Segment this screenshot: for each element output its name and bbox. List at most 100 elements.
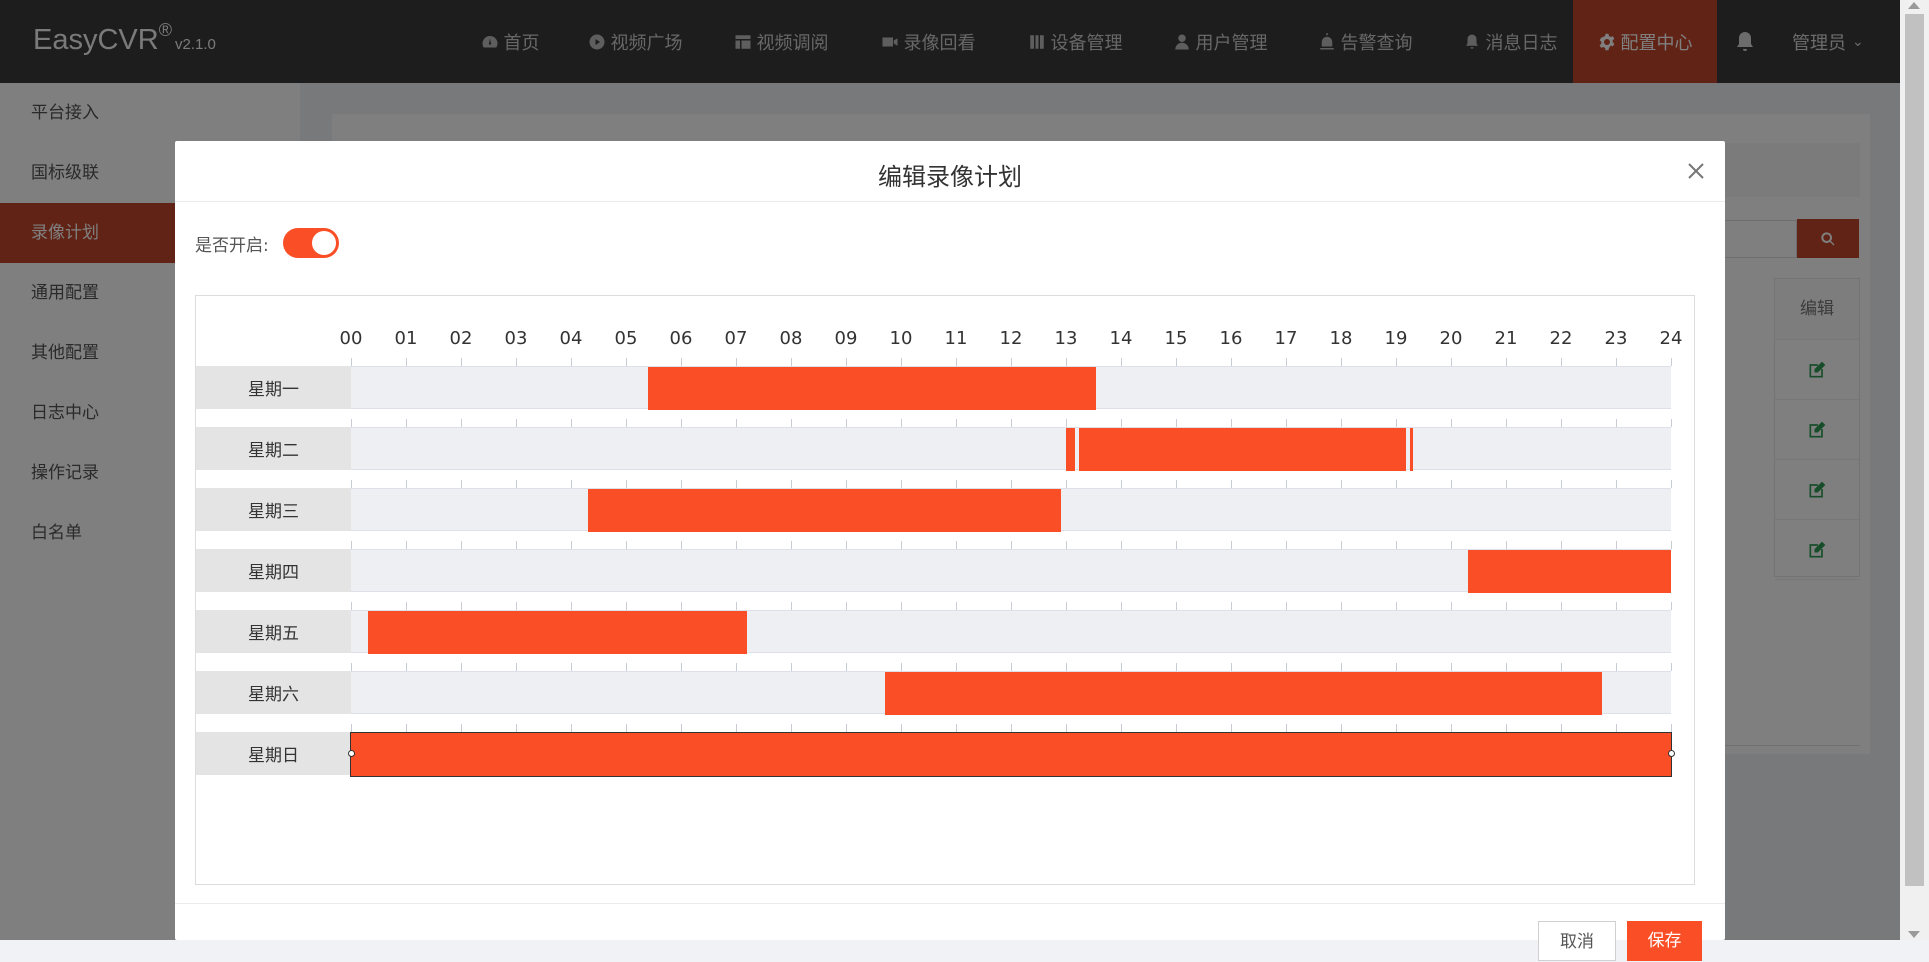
hour-tick: [1506, 419, 1507, 427]
hour-tick: [846, 663, 847, 671]
hour-tick: [1341, 541, 1342, 549]
hour-tick: [1286, 419, 1287, 427]
resize-handle[interactable]: [348, 750, 355, 757]
hour-tick: [571, 480, 572, 488]
hour-tick: [1341, 358, 1342, 366]
hour-tick: [1396, 541, 1397, 549]
record-segment[interactable]: [350, 732, 1672, 777]
day-timeline-track[interactable]: [351, 488, 1671, 532]
hour-tick: [736, 480, 737, 488]
hour-tick: [461, 480, 462, 488]
hour-tick: [1396, 419, 1397, 427]
record-segment[interactable]: [1078, 428, 1406, 471]
hour-tick: [956, 419, 957, 427]
hour-tick: [1066, 541, 1067, 549]
day-timeline-track[interactable]: [351, 427, 1671, 471]
record-segment[interactable]: [1066, 428, 1075, 471]
hour-label: 22: [1549, 328, 1573, 349]
hour-tick: [1341, 419, 1342, 427]
record-segment[interactable]: [1409, 428, 1413, 471]
hour-tick: [461, 541, 462, 549]
hour-tick: [1341, 480, 1342, 488]
hour-tick: [901, 541, 902, 549]
hour-tick: [626, 663, 627, 671]
day-timeline-track[interactable]: [351, 549, 1671, 593]
hour-label: 02: [449, 328, 473, 349]
hour-tick: [681, 602, 682, 610]
hour-tick: [681, 480, 682, 488]
day-timeline-track[interactable]: [351, 671, 1671, 715]
record-segment[interactable]: [367, 611, 747, 654]
dialog-footer-divider: [175, 903, 1725, 904]
scroll-down-arrow[interactable]: [1908, 931, 1920, 938]
save-button[interactable]: 保存: [1627, 921, 1702, 961]
hour-tick: [1121, 480, 1122, 488]
hour-tick: [1011, 663, 1012, 671]
hour-tick: [1451, 724, 1452, 732]
day-timeline-track[interactable]: [351, 366, 1671, 410]
hour-tick: [571, 358, 572, 366]
hour-tick: [1451, 663, 1452, 671]
hour-tick: [351, 602, 352, 610]
cancel-button[interactable]: 取消: [1538, 921, 1616, 961]
hour-tick: [1176, 541, 1177, 549]
hour-label: 03: [504, 328, 528, 349]
hour-tick: [1451, 602, 1452, 610]
hour-tick: [791, 663, 792, 671]
hour-label: 19: [1384, 328, 1408, 349]
hour-tick: [956, 358, 957, 366]
hour-tick: [1561, 358, 1562, 366]
enable-switch[interactable]: [282, 228, 339, 258]
record-segment[interactable]: [587, 489, 1061, 532]
hour-label: 24: [1659, 328, 1683, 349]
hour-tick: [571, 663, 572, 671]
hour-label: 11: [944, 328, 968, 349]
hour-tick: [1616, 663, 1617, 671]
hour-label: 12: [999, 328, 1023, 349]
scroll-up-arrow[interactable]: [1908, 2, 1920, 9]
hour-label: 21: [1494, 328, 1518, 349]
hour-tick: [901, 480, 902, 488]
hour-tick: [736, 602, 737, 610]
hour-tick: [1231, 541, 1232, 549]
hour-tick: [406, 480, 407, 488]
hour-tick: [791, 724, 792, 732]
record-segment[interactable]: [1467, 550, 1671, 593]
hour-tick: [1066, 480, 1067, 488]
hour-tick: [1011, 358, 1012, 366]
hour-tick: [1176, 663, 1177, 671]
hour-tick: [681, 419, 682, 427]
day-label: 星期二: [196, 427, 351, 470]
hour-tick: [351, 663, 352, 671]
hour-label: 07: [724, 328, 748, 349]
hour-tick: [846, 358, 847, 366]
record-segment[interactable]: [648, 367, 1097, 410]
hour-tick: [1616, 358, 1617, 366]
record-segment[interactable]: [884, 672, 1603, 715]
hour-tick: [1231, 663, 1232, 671]
hour-tick: [1011, 419, 1012, 427]
day-label: 星期六: [196, 671, 351, 714]
hour-tick: [681, 358, 682, 366]
hour-tick: [956, 480, 957, 488]
hour-tick: [626, 480, 627, 488]
hour-tick: [516, 358, 517, 366]
hour-tick: [1671, 724, 1672, 732]
day-timeline-track[interactable]: [348, 732, 1675, 777]
hour-tick: [1506, 602, 1507, 610]
hour-tick: [1616, 724, 1617, 732]
page-scrollbar[interactable]: [1900, 0, 1929, 940]
day-timeline-track[interactable]: [351, 610, 1671, 654]
hour-tick: [736, 663, 737, 671]
hour-tick: [516, 419, 517, 427]
close-icon: [1688, 163, 1704, 179]
hour-tick: [791, 480, 792, 488]
hour-label: 14: [1109, 328, 1133, 349]
resize-handle[interactable]: [1668, 750, 1675, 757]
enable-row: 是否开启:: [195, 228, 339, 258]
hour-tick: [1671, 602, 1672, 610]
scrollbar-thumb[interactable]: [1905, 14, 1924, 886]
hour-tick: [1011, 602, 1012, 610]
hour-tick: [1176, 602, 1177, 610]
close-button[interactable]: [1684, 159, 1708, 183]
